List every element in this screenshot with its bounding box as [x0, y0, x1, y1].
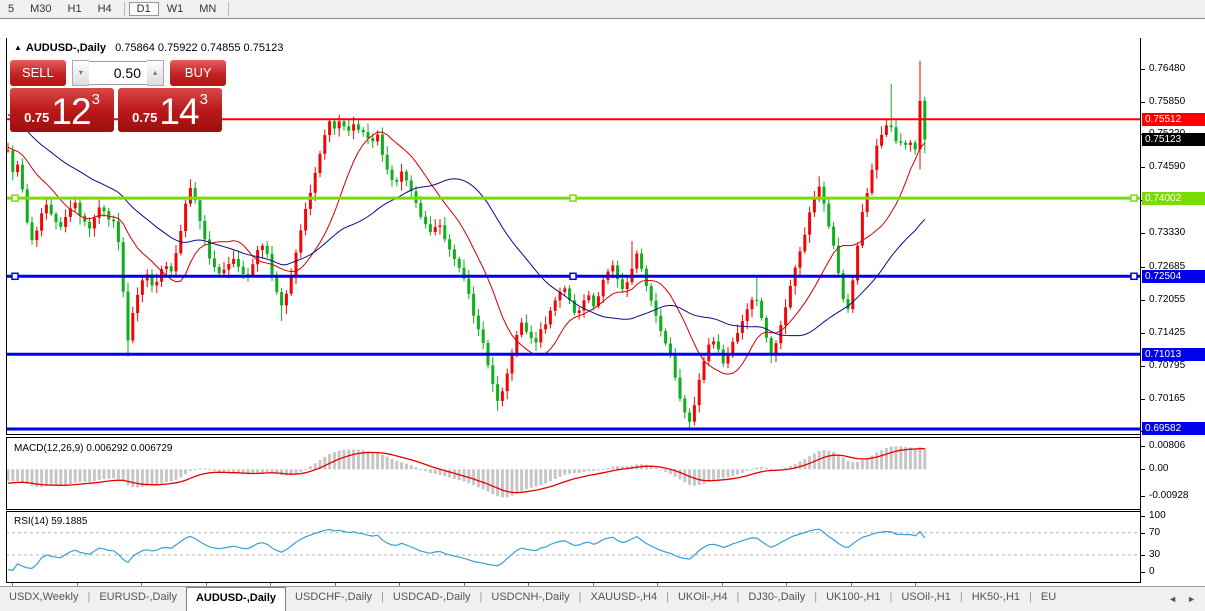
- macd-tick-mark: [1141, 446, 1145, 447]
- timeframe-button-5[interactable]: 5: [0, 2, 22, 16]
- timeframe-button-d1[interactable]: D1: [129, 2, 159, 16]
- timeframe-button-h4[interactable]: H4: [90, 2, 120, 16]
- macd-tick-label: 0.00: [1149, 463, 1168, 474]
- macd-tick-label: 0.00806: [1149, 440, 1185, 451]
- chart-tab-uk100-h1[interactable]: UK100-,H1: [817, 587, 889, 611]
- chart-tab-usdx-weekly[interactable]: USDX,Weekly: [0, 587, 87, 611]
- price-axis[interactable]: 0.764800.758500.752200.745900.739600.733…: [1140, 38, 1205, 583]
- rsi-tick-mark: [1141, 533, 1145, 534]
- chart-tab-audusd-daily[interactable]: AUDUSD-,Daily: [186, 587, 286, 611]
- chart-tab-ukoil-h4[interactable]: UKOil-,H4: [669, 587, 737, 611]
- chart-tab-eurusd-daily[interactable]: EURUSD-,Daily: [90, 587, 186, 611]
- price-tick-label: 0.70795: [1149, 360, 1185, 371]
- chart-tab-dj30-daily[interactable]: DJ30-,Daily: [739, 587, 814, 611]
- rsi-tick-mark: [1141, 572, 1145, 573]
- rsi-indicator-pane: [6, 511, 1140, 583]
- rsi-tick-label: 0: [1149, 566, 1155, 577]
- timeframe-button-m30[interactable]: M30: [22, 2, 59, 16]
- ohlc-open: 0.75864: [115, 42, 155, 54]
- sell-price-small: 0.75: [24, 110, 49, 125]
- price-tick-mark: [1141, 366, 1145, 367]
- price-tick-mark: [1141, 267, 1145, 268]
- collapse-triangle-icon[interactable]: ▲: [14, 43, 22, 52]
- price-tick-mark: [1141, 102, 1145, 103]
- ohlc-low: 0.74855: [201, 42, 241, 54]
- sell-price-big: 12: [51, 92, 90, 132]
- timeframe-toolbar: 5M30H1H4 D1W1MN: [0, 0, 1205, 18]
- bid-price-label: 0.75123: [1142, 133, 1205, 146]
- price-tick-label: 0.72055: [1149, 294, 1185, 305]
- price-tick-mark: [1141, 399, 1145, 400]
- hline-price-label: 0.72504: [1142, 270, 1205, 283]
- sell-button[interactable]: SELL: [10, 60, 66, 86]
- price-tick-label: 0.73330: [1149, 227, 1185, 238]
- rsi-tick-mark: [1141, 555, 1145, 556]
- price-tick-mark: [1141, 333, 1145, 334]
- chart-tab-xauusd-h4[interactable]: XAUUSD-,H4: [581, 587, 666, 611]
- symbol-ohlc-header: ▲ AUDUSD-,Daily 0.75864 0.75922 0.74855 0…: [14, 42, 283, 54]
- macd-indicator-pane: [6, 437, 1140, 510]
- hline-price-label: 0.74002: [1142, 192, 1205, 205]
- chart-window: ▲ AUDUSD-,Daily 0.75864 0.75922 0.74855 0…: [0, 18, 1205, 587]
- rsi-label: RSI(14) 59.1885: [14, 516, 87, 527]
- chart-tab-usdcnh-daily[interactable]: USDCNH-,Daily: [482, 587, 578, 611]
- buy-price-pipette: 3: [200, 91, 208, 108]
- hline-price-label: 0.69582: [1142, 422, 1205, 435]
- tab-scroll-left-icon[interactable]: ◄: [1163, 594, 1182, 604]
- timeframe-button-w1[interactable]: W1: [159, 2, 192, 16]
- buy-price-big: 14: [159, 92, 198, 132]
- price-tick-label: 0.75850: [1149, 96, 1185, 107]
- price-tick-mark: [1141, 69, 1145, 70]
- price-tick-label: 0.74590: [1149, 161, 1185, 172]
- sell-price-pipette: 3: [92, 91, 100, 108]
- toolbar-separator: [228, 2, 229, 16]
- mt4-terminal: { "toolbar": { "timeframes": [ {"label":…: [0, 0, 1205, 610]
- volume-input[interactable]: [89, 61, 147, 85]
- price-tick-label: 0.70165: [1149, 393, 1185, 404]
- sell-price-box[interactable]: 0.75 12 3: [10, 88, 114, 132]
- rsi-tick-label: 30: [1149, 549, 1160, 560]
- spinner-down-icon: ▾: [79, 68, 83, 77]
- chart-tab-eu[interactable]: EU: [1032, 587, 1065, 611]
- tab-scroll-buttons: ◄►: [1163, 587, 1205, 611]
- tab-scroll-right-icon[interactable]: ►: [1182, 594, 1201, 604]
- macd-label: MACD(12,26,9) 0.006292 0.006729: [14, 443, 172, 454]
- ohlc-close: 0.75123: [244, 42, 284, 54]
- timeframe-button-mn[interactable]: MN: [191, 2, 224, 16]
- chart-tab-bar: USDX,Weekly|EURUSD-,DailyAUDUSD-,DailyUS…: [0, 586, 1205, 611]
- hline-price-label: 0.75512: [1142, 113, 1205, 126]
- hline-price-label: 0.71013: [1142, 348, 1205, 361]
- macd-tick-label: -0.00928: [1149, 490, 1188, 501]
- chart-tab-usdcad-daily[interactable]: USDCAD-,Daily: [384, 587, 480, 611]
- symbol-name: AUDUSD-,Daily: [26, 42, 106, 54]
- volume-increase-button[interactable]: ▴: [147, 60, 164, 86]
- ohlc-high: 0.75922: [158, 42, 198, 54]
- buy-price-box[interactable]: 0.75 14 3: [118, 88, 222, 132]
- macd-tick-mark: [1141, 469, 1145, 470]
- chart-tab-hk50-h1[interactable]: HK50-,H1: [963, 587, 1029, 611]
- buy-price-small: 0.75: [132, 110, 157, 125]
- volume-decrease-button[interactable]: ▾: [72, 60, 89, 86]
- chart-tab-usoil-h1[interactable]: USOil-,H1: [892, 587, 960, 611]
- buy-button[interactable]: BUY: [170, 60, 226, 86]
- rsi-tick-mark: [1141, 516, 1145, 517]
- price-tick-mark: [1141, 233, 1145, 234]
- price-tick-mark: [1141, 167, 1145, 168]
- rsi-tick-label: 70: [1149, 527, 1160, 538]
- macd-tick-mark: [1141, 496, 1145, 497]
- price-tick-mark: [1141, 300, 1145, 301]
- spinner-up-icon: ▴: [153, 68, 157, 77]
- rsi-tick-label: 100: [1149, 510, 1166, 521]
- chart-tab-usdchf-daily[interactable]: USDCHF-,Daily: [286, 587, 381, 611]
- price-tick-label: 0.76480: [1149, 63, 1185, 74]
- toolbar-separator: [124, 2, 125, 16]
- one-click-trade-panel: SELL ▾ ▴ BUY 0.75 12 3 0.75 14 3: [10, 59, 226, 132]
- timeframe-button-h1[interactable]: H1: [60, 2, 90, 16]
- price-tick-label: 0.71425: [1149, 327, 1185, 338]
